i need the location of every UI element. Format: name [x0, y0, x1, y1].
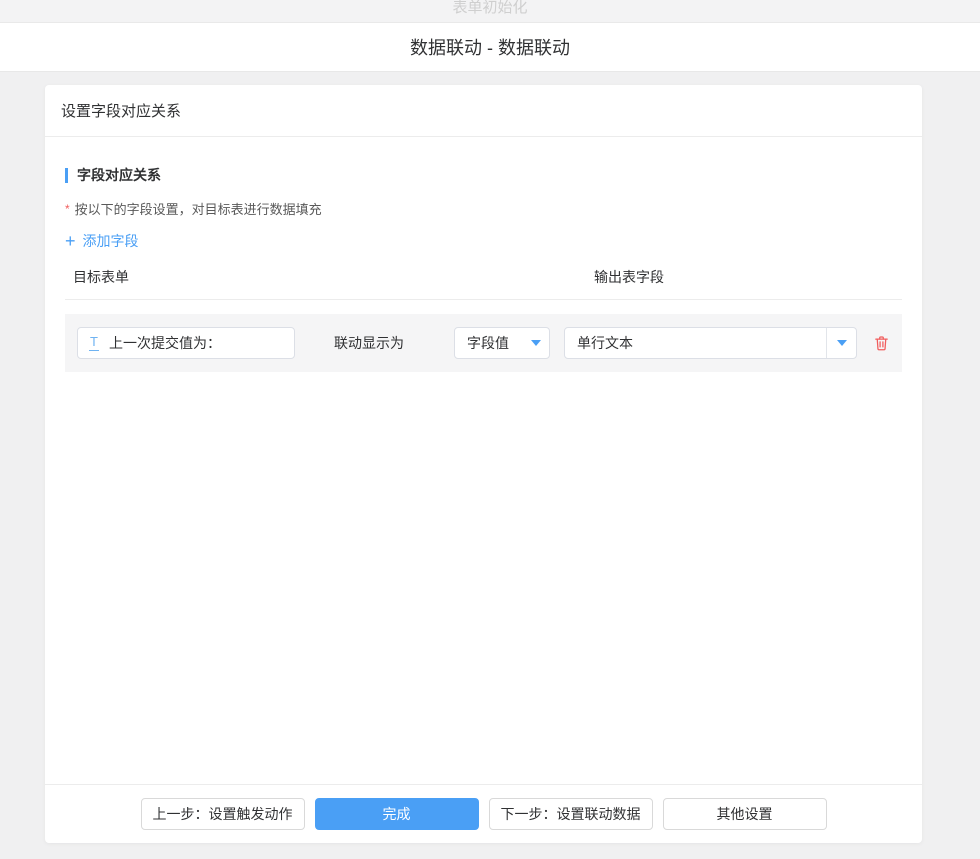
done-button[interactable]: 完成 [315, 798, 479, 830]
caret-zone [521, 340, 550, 346]
add-field-button[interactable]: + 添加字段 [65, 231, 139, 251]
target-field-value: 上一次提交值为： [109, 333, 221, 353]
trash-icon [873, 334, 890, 352]
other-settings-button[interactable]: 其他设置 [663, 798, 827, 830]
column-header-target-form: 目标表单 [65, 267, 594, 287]
background-page-strip: 表单初始化 [0, 0, 980, 23]
column-header-output-field: 输出表字段 [594, 267, 664, 287]
text-type-icon: T [89, 335, 99, 351]
value-type-select[interactable]: 字段值 [454, 327, 550, 359]
chevron-down-icon [837, 340, 847, 346]
delete-row-button[interactable] [873, 334, 890, 352]
section-description-text: 按以下的字段设置，对目标表进行数据填充 [75, 202, 322, 217]
add-field-label: 添加字段 [83, 231, 139, 251]
output-field-select[interactable]: 单行文本 [564, 327, 857, 359]
next-step-button[interactable]: 下一步：设置联动数据 [489, 798, 653, 830]
section-title: 字段对应关系 [77, 165, 161, 185]
target-field-input[interactable]: T 上一次提交值为： [77, 327, 295, 359]
table-header-row: 目标表单 输出表字段 [65, 267, 902, 300]
prev-step-button[interactable]: 上一步：设置触发动作 [141, 798, 305, 830]
background-page-title: 表单初始化 [0, 0, 980, 17]
relation-label: 联动显示为 [334, 333, 404, 353]
plus-icon: + [65, 234, 76, 248]
panel-title: 设置字段对应关系 [61, 100, 181, 121]
panel-header: 设置字段对应关系 [45, 85, 922, 137]
caret-zone [827, 340, 856, 346]
panel-body: 字段对应关系 * 按以下的字段设置，对目标表进行数据填充 + 添加字段 目标表单 … [45, 137, 922, 784]
mapping-row: T 上一次提交值为： 联动显示为 字段值 单行文本 [65, 314, 902, 372]
settings-panel: 设置字段对应关系 字段对应关系 * 按以下的字段设置，对目标表进行数据填充 + 添… [45, 85, 922, 843]
value-type-selected: 字段值 [455, 333, 521, 353]
section-description: * 按以下的字段设置，对目标表进行数据填充 [65, 199, 902, 218]
dialog-title-bar: 数据联动 - 数据联动 [0, 23, 980, 72]
panel-footer: 上一步：设置触发动作 完成 下一步：设置联动数据 其他设置 [45, 784, 922, 843]
section-marker [65, 168, 68, 183]
required-mark: * [65, 202, 70, 216]
output-field-selected: 单行文本 [565, 333, 826, 353]
chevron-down-icon [531, 340, 541, 346]
dialog-title: 数据联动 - 数据联动 [410, 34, 570, 60]
section-head: 字段对应关系 [65, 165, 902, 185]
